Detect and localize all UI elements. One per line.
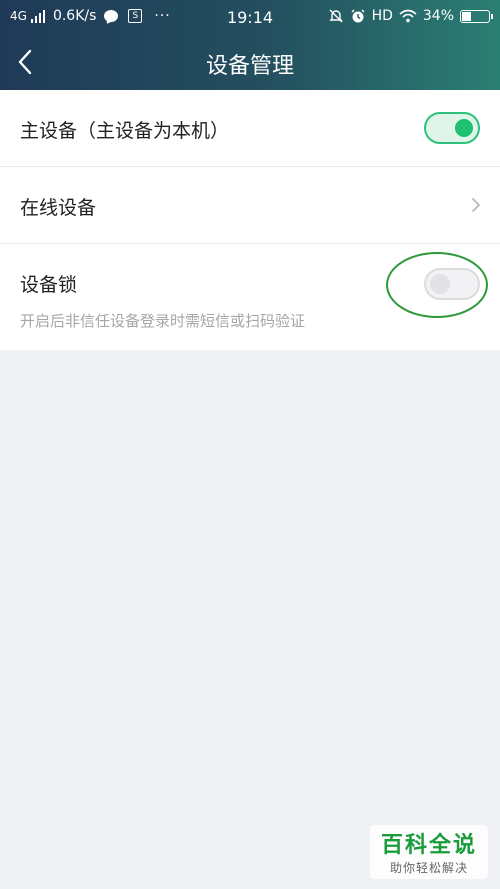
hd-indicator: HD <box>371 8 393 24</box>
nav-bar: 设备管理 <box>0 34 500 90</box>
battery-fill <box>462 11 471 21</box>
battery-percentage: 34% <box>422 8 454 24</box>
status-right: HD 34% <box>328 8 493 24</box>
toggle-knob <box>430 274 450 294</box>
watermark-subtitle: 助你轻松解决 <box>389 861 468 875</box>
toggle-knob <box>455 119 473 137</box>
page-title: 设备管理 <box>205 54 294 79</box>
app-header: 4G 0.6K/s S ··· 19:14 HD 34% 设备管理 <box>0 0 500 90</box>
online-devices-row[interactable]: 在线设备 <box>0 167 500 244</box>
watermark-logo: 百科全说 助你轻松解决 <box>370 825 488 879</box>
device-lock-description: 开启后非信任设备登录时需短信或扫码验证 <box>20 312 306 330</box>
status-bar: 4G 0.6K/s S ··· 19:14 HD 34% <box>0 0 500 34</box>
online-devices-label: 在线设备 <box>20 197 97 219</box>
watermark-title: 百科全说 <box>380 833 477 858</box>
settings-list: 主设备（主设备为本机） 在线设备 设备锁 开启后非信任设备登录时需短信或扫码验证 <box>0 90 500 350</box>
primary-device-toggle[interactable] <box>424 112 480 144</box>
device-lock-label: 设备锁 <box>20 274 78 296</box>
primary-device-row: 主设备（主设备为本机） <box>0 90 500 167</box>
alarm-icon <box>350 8 366 24</box>
device-lock-toggle[interactable] <box>424 268 480 300</box>
chevron-right-icon <box>470 195 482 215</box>
battery-icon <box>460 9 493 23</box>
device-lock-row: 设备锁 开启后非信任设备登录时需短信或扫码验证 <box>0 244 500 350</box>
bell-off-icon <box>328 8 344 24</box>
wifi-icon <box>399 9 417 23</box>
primary-device-label: 主设备（主设备为本机） <box>20 120 230 142</box>
